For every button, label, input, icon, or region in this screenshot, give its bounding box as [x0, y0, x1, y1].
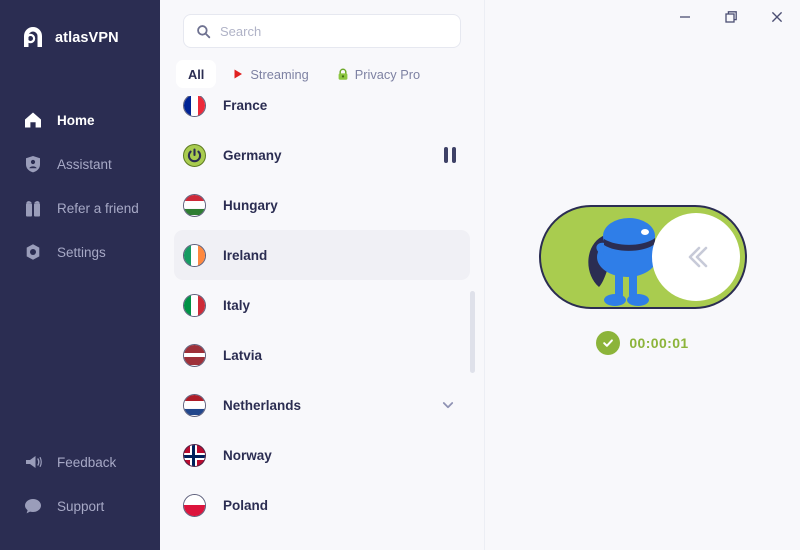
atlasvpn-window: atlasVPN Home Assistant Refer a friend S… — [0, 0, 800, 550]
sidebar-item-label: Settings — [57, 244, 106, 260]
search-box[interactable] — [183, 14, 461, 48]
atlas-logo-icon — [20, 25, 46, 51]
list-item[interactable]: France — [174, 96, 470, 130]
play-triangle-icon — [232, 68, 244, 80]
country-name: Hungary — [223, 197, 278, 213]
toggle-knob[interactable] — [651, 213, 740, 301]
flag-pl — [183, 493, 206, 517]
sidebar-item-label: Refer a friend — [57, 200, 139, 216]
country-name: Germany — [223, 147, 282, 163]
country-name: France — [223, 97, 268, 113]
list-item[interactable]: Poland — [174, 480, 470, 530]
list-item[interactable]: Hungary — [174, 180, 470, 230]
sidebar-item-refer-a-friend[interactable]: Refer a friend — [0, 186, 160, 230]
sidebar-item-label: Assistant — [57, 156, 112, 172]
sidebar-item-support[interactable]: Support — [0, 484, 160, 528]
close-button[interactable] — [754, 0, 800, 34]
tab-streaming[interactable]: Streaming — [220, 60, 320, 88]
flag-ie — [183, 243, 206, 267]
connection-status: 00:00:01 — [596, 331, 688, 355]
list-item[interactable]: Netherlands — [174, 380, 470, 430]
sidebar-item-label: Feedback — [57, 454, 117, 470]
shield-person-icon — [22, 153, 44, 175]
chevron-down-icon[interactable] — [440, 397, 456, 413]
flag-fr — [183, 96, 206, 117]
search-container — [160, 0, 484, 48]
window-controls — [662, 0, 800, 34]
connection-area: 00:00:01 — [485, 205, 800, 355]
sidebar-item-label: Home — [57, 112, 95, 128]
gear-icon — [22, 241, 44, 263]
server-list-panel: All Streaming Privacy Pro — [160, 0, 485, 550]
sidebar-item-assistant[interactable]: Assistant — [0, 142, 160, 186]
sidebar-item-feedback[interactable]: Feedback — [0, 440, 160, 484]
check-circle-icon — [596, 331, 621, 355]
country-name: Italy — [223, 297, 251, 313]
list-scrollbar-thumb[interactable] — [470, 291, 475, 373]
country-name: Poland — [223, 497, 269, 513]
pause-icon[interactable] — [444, 147, 456, 163]
row-actions — [444, 147, 461, 163]
search-input[interactable] — [220, 23, 448, 39]
tab-label: Streaming — [250, 66, 309, 82]
sidebar-item-home[interactable]: Home — [0, 98, 160, 142]
sidebar-item-label: Support — [57, 498, 105, 514]
flag-lv — [183, 343, 206, 367]
close-icon — [770, 10, 784, 24]
country-name: Latvia — [223, 347, 263, 363]
tab-label: Privacy Pro — [354, 66, 421, 82]
flag-it — [183, 293, 206, 317]
chat-bubble-icon — [22, 495, 44, 517]
search-icon — [196, 24, 211, 39]
sidebar-nav-primary: Home Assistant Refer a friend Settings — [0, 98, 160, 274]
country-name: Ireland — [223, 247, 268, 263]
main-panel: 00:00:01 — [485, 0, 800, 550]
megaphone-icon — [22, 451, 44, 473]
list-item[interactable]: Norway — [174, 430, 470, 480]
maximize-button[interactable] — [708, 0, 754, 34]
sidebar-item-settings[interactable]: Settings — [0, 230, 160, 274]
row-actions — [440, 397, 461, 413]
list-item[interactable]: Italy — [174, 280, 470, 330]
gift-icon — [22, 197, 44, 219]
country-list[interactable]: France Germany Hungary Ireland Italy Lat… — [160, 96, 484, 550]
minimize-button[interactable] — [662, 0, 708, 34]
flag-no — [183, 443, 206, 467]
home-icon — [22, 109, 44, 131]
brand: atlasVPN — [0, 0, 160, 56]
list-scrollbar[interactable] — [470, 105, 475, 538]
connection-toggle[interactable] — [538, 205, 747, 309]
filter-tabs: All Streaming Privacy Pro — [160, 48, 484, 88]
sidebar-nav-secondary: Feedback Support — [0, 440, 160, 528]
lock-icon — [337, 68, 349, 81]
tab-label: All — [188, 66, 205, 82]
double-chevron-left-icon — [678, 239, 714, 275]
sidebar: atlasVPN Home Assistant Refer a friend S… — [0, 0, 160, 550]
brand-name: atlasVPN — [55, 30, 119, 46]
flag-hu — [183, 193, 206, 217]
list-item[interactable]: Germany — [174, 130, 470, 180]
list-item[interactable]: Latvia — [174, 330, 470, 380]
country-name: Netherlands — [223, 397, 302, 413]
country-name: Norway — [223, 447, 272, 463]
restore-icon — [724, 10, 738, 24]
list-item[interactable]: Ireland — [174, 230, 470, 280]
connection-timer: 00:00:01 — [629, 335, 689, 351]
country-list-scroll-content: France Germany Hungary Ireland Italy Lat… — [160, 96, 484, 530]
tab-all[interactable]: All — [176, 60, 217, 88]
tab-privacy-pro[interactable]: Privacy Pro — [325, 60, 432, 88]
minimize-icon — [678, 10, 692, 24]
flag-nl — [183, 393, 206, 417]
power-connected-icon — [183, 143, 206, 167]
